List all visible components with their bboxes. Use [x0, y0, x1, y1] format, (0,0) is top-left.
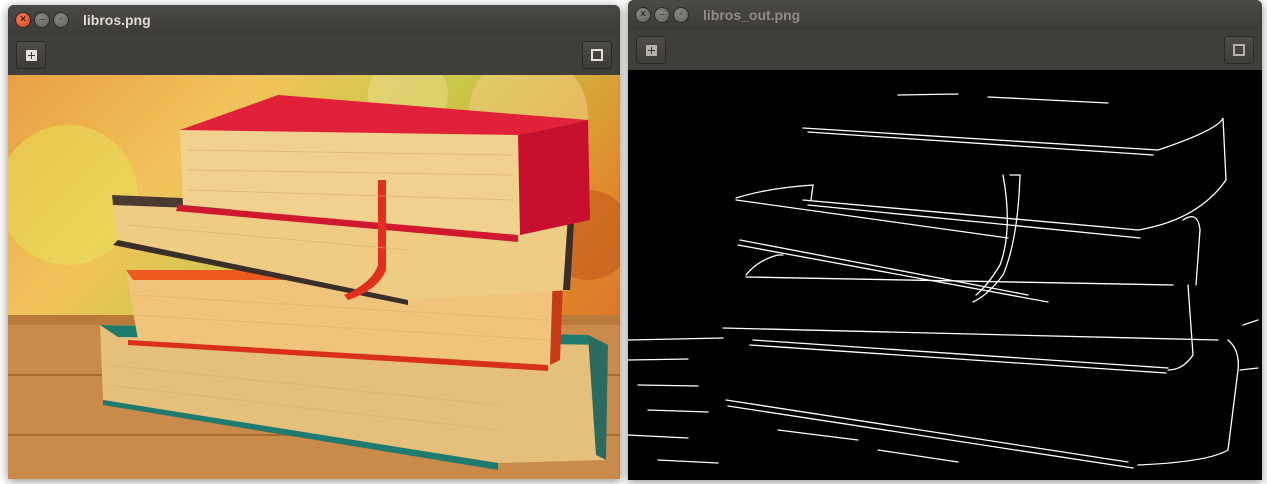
window-title: libros_out.png — [703, 7, 801, 23]
plus-square-icon — [645, 44, 657, 56]
maximize-icon[interactable]: ▫ — [673, 7, 689, 23]
toolbar — [8, 35, 620, 75]
minimize-icon[interactable]: – — [34, 12, 50, 28]
zoom-in-button[interactable] — [636, 36, 666, 64]
close-icon[interactable]: × — [15, 12, 31, 28]
plus-square-icon — [25, 49, 37, 61]
edge-detection-output — [628, 93, 1259, 469]
toolbar — [628, 30, 1262, 70]
fullscreen-button[interactable] — [582, 41, 612, 69]
image-canvas-books[interactable] — [8, 75, 620, 479]
window-libros: × – ▫ libros.png — [8, 5, 620, 479]
maximize-icon[interactable]: ▫ — [53, 12, 69, 28]
zoom-in-button[interactable] — [16, 41, 46, 69]
books-photo — [8, 75, 620, 479]
fullscreen-button[interactable] — [1224, 36, 1254, 64]
close-icon[interactable]: × — [635, 7, 651, 23]
fullscreen-icon — [591, 49, 603, 61]
window-libros-out: × – ▫ libros_out.png — [628, 0, 1262, 480]
titlebar[interactable]: × – ▫ libros.png — [8, 5, 620, 35]
minimize-icon[interactable]: – — [654, 7, 670, 23]
titlebar[interactable]: × – ▫ libros_out.png — [628, 0, 1262, 30]
fullscreen-icon — [1233, 44, 1245, 56]
image-canvas-edges[interactable] — [628, 70, 1262, 480]
window-title: libros.png — [83, 12, 151, 28]
